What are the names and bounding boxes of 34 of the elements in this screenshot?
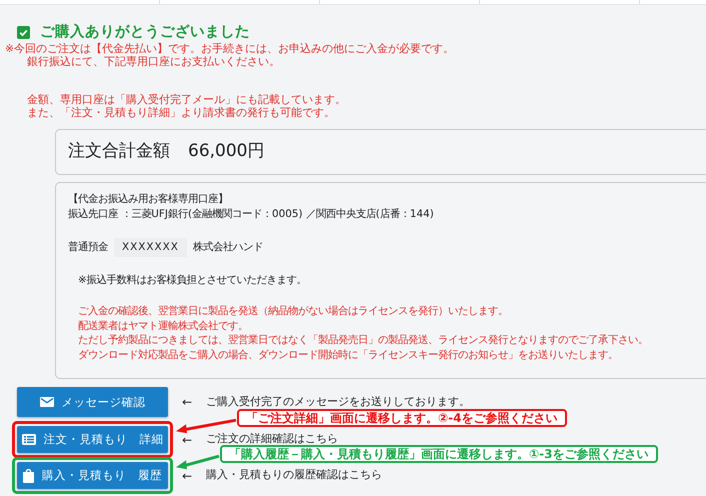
action-button[interactable]: 注文・見積もり 詳細 <box>17 426 168 454</box>
total-amount: 66,000円 <box>188 140 264 164</box>
notice-text: 銀行振込にて、下記専用口座にお支払いください。 <box>26 55 281 69</box>
action-note: ご注文の詳細確認はこちら <box>206 431 338 448</box>
arrow-text: ← <box>181 432 194 449</box>
pointer-arrow <box>176 418 236 434</box>
account-type: 普通預金 <box>68 240 108 256</box>
notice-text: また、「注文・見積もり詳細」より請求書の発行も可能です。 <box>26 106 336 120</box>
action-note: 購入・見積もりの履歴確認はこちら <box>206 467 382 484</box>
list-icon <box>22 434 36 446</box>
clipboard-icon <box>23 468 34 483</box>
notice-text: ※今回のご注文は【代金先払い】です。お手続きには、お申込みの他にご入金が必要です。 <box>5 42 456 56</box>
action-note: ご購入受付完了のメッセージをお送りしております。 <box>206 394 470 410</box>
shipping-note: 配送業者はヤマト運輸株式会社です。 <box>77 318 249 334</box>
callout-label: 「購入履歴－購入・見積もり履歴」画面に遷移します。①-3をご参照ください <box>220 445 658 464</box>
envelope-icon <box>40 397 54 408</box>
action-button[interactable]: 購入・見積もり 履歴 <box>17 462 168 490</box>
checkbox[interactable] <box>17 26 30 38</box>
account-title: 【代金お振込み用お客様専用口座】 <box>68 192 229 208</box>
arrow-text: ← <box>181 468 194 485</box>
action-button[interactable]: メッセージ確認 <box>17 387 168 418</box>
account-holder: 株式会社ハンド <box>192 240 263 256</box>
callout-label: 「ご注文詳細」画面に遷移します。②-4をご参照ください <box>237 409 566 428</box>
bank-details: 振込先口座 ：三菱UFJ銀行(金融機関コード：0005) ／関西中央支店(店番：144) <box>68 207 435 222</box>
pointer-arrow <box>176 454 220 470</box>
notice-text: 金額、専用口座は「購入受付完了メール」にも記載しています。 <box>26 92 347 106</box>
shipping-note: ご入金の確認後、翌営業日に製品を発送（納品物がない場合はライセンスを発行）いたします。 <box>77 304 509 319</box>
total-label: 注文合計金額 <box>68 140 170 164</box>
shipping-note: ただし予約製品につきましては、翌営業日ではなく「製品発売日」の製品発送、ライセンス発行となりますのでご了承下さい。 <box>77 333 649 348</box>
shipping-note: ダウンロード対応製品をご購入の場合、ダウンロード開始時に「ライセンスキー発行のお知らせ」をお送りいたします。 <box>77 348 619 362</box>
fee-note: ※振込手数料はお客様負担とさせていただきます。 <box>78 273 308 288</box>
account-number: XXXXXXX <box>114 238 187 258</box>
arrow-text: ← <box>181 394 194 412</box>
heading-text: ご購入ありがとうございました <box>40 22 250 42</box>
